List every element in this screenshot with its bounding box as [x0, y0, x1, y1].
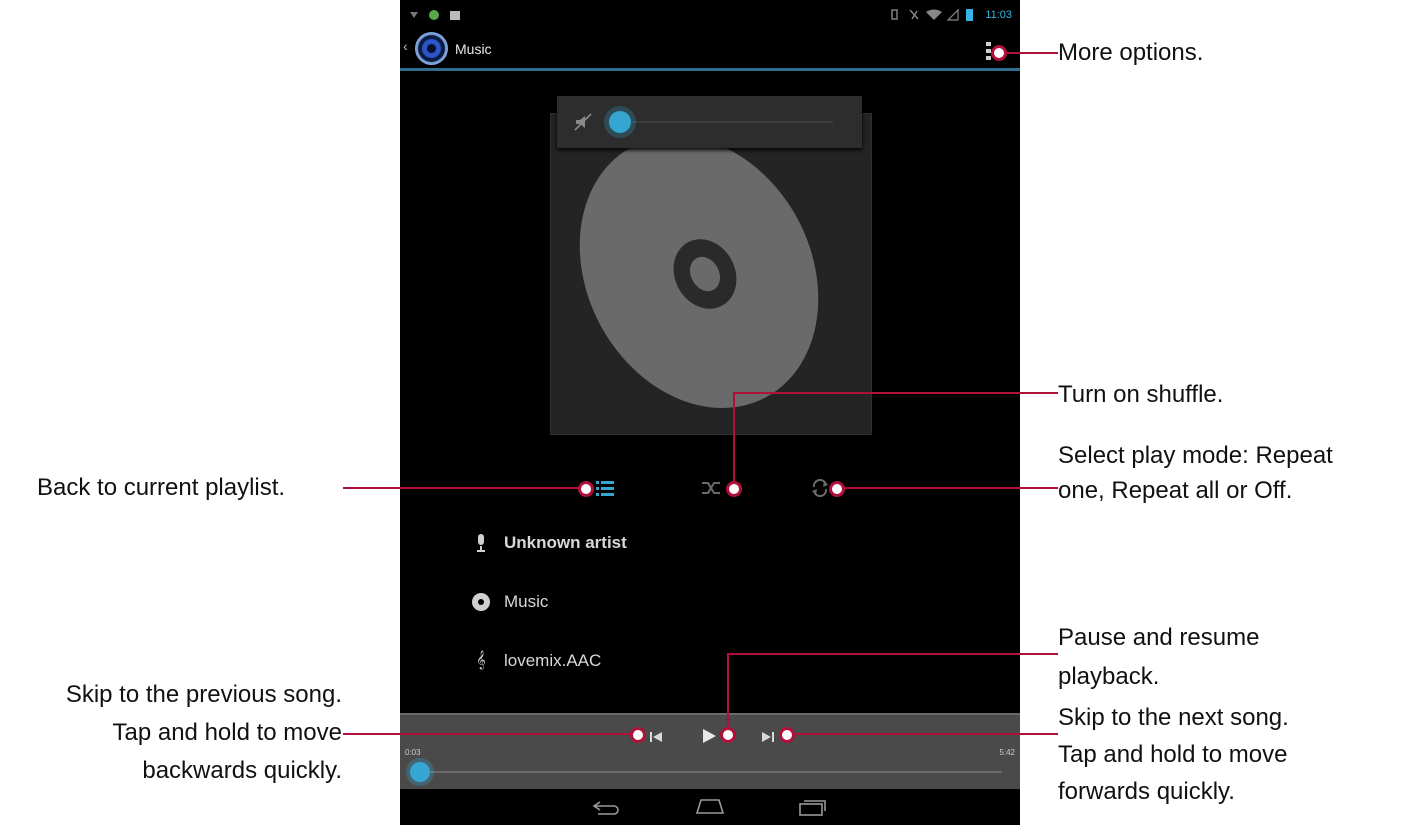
annotation-pause-line1: Pause and resume [1058, 624, 1260, 651]
annotation-play-mode-line2: one, Repeat all or Off. [1058, 477, 1293, 504]
notification-icons [410, 10, 460, 20]
next-icon [762, 732, 774, 742]
navigation-bar [400, 789, 1020, 825]
annotation-previous-line3: backwards quickly. [142, 757, 342, 784]
seek-track [420, 771, 1002, 773]
status-time: 11:03 [985, 9, 1012, 21]
play-button[interactable] [698, 725, 720, 747]
annotation-shuffle: Turn on shuffle. [1058, 381, 1224, 408]
track-title: lovemix.AAC [504, 651, 602, 670]
annotation-line-shuffle [733, 392, 1058, 394]
artist-name: Unknown artist [504, 533, 627, 552]
repeat-icon [812, 479, 828, 497]
seek-slider[interactable] [410, 762, 430, 782]
volume-muted-icon[interactable] [573, 112, 593, 132]
elapsed-time: 0:03 [405, 748, 421, 757]
home-icon[interactable] [694, 797, 726, 815]
next-button[interactable] [758, 727, 778, 747]
music-player-screen: 11:03 ‹ Music Unknown artist Music 𝄞 lov… [400, 0, 1020, 825]
transport-bar: 0:03 5:42 [400, 713, 1020, 791]
annotation-line-pause [727, 653, 1058, 655]
annotation-vline-pause [727, 653, 729, 733]
annotation-previous-line1: Skip to the previous song. [65, 681, 342, 708]
disc-icon [579, 136, 819, 408]
total-duration: 5:42 [999, 748, 1015, 757]
annotation-line-next [787, 733, 1058, 735]
volume-track [623, 121, 833, 123]
action-bar-divider [400, 68, 1020, 71]
previous-icon [650, 732, 662, 742]
album-disc-icon [470, 591, 492, 613]
annotation-marker-play-mode [829, 481, 845, 497]
treble-clef-icon: 𝄞 [476, 652, 486, 669]
annotation-vline-shuffle [733, 392, 735, 488]
annotation-line-more-options [1003, 52, 1058, 54]
volume-panel [557, 96, 862, 148]
up-navigation-icon[interactable]: ‹ [403, 38, 408, 54]
album-name: Music [504, 592, 549, 611]
annotation-line-previous [343, 733, 638, 735]
annotation-playlist: Back to current playlist. [37, 474, 286, 501]
previous-button[interactable] [646, 727, 666, 747]
annotation-marker-next [779, 727, 795, 743]
annotation-line-play-mode [836, 487, 1058, 489]
play-icon [703, 729, 716, 743]
system-status-icons [891, 8, 973, 21]
annotation-marker-pause [720, 727, 736, 743]
album-art [550, 113, 872, 435]
music-app-icon[interactable] [415, 32, 448, 65]
annotation-pause-line2: playback. [1058, 663, 1160, 690]
annotation-marker-shuffle [726, 481, 742, 497]
annotation-marker-previous [630, 727, 646, 743]
annotation-play-mode-line1: Select play mode: Repeat [1058, 442, 1333, 469]
status-bar: 11:03 [400, 0, 1020, 30]
shuffle-icon [702, 482, 720, 494]
volume-slider[interactable] [609, 111, 631, 133]
annotation-more-options: More options. [1058, 39, 1204, 66]
page-title: Music [455, 41, 492, 57]
action-bar: ‹ Music [400, 30, 1020, 68]
annotation-next-line2: Tap and hold to move [1058, 741, 1288, 768]
annotation-next-line1: Skip to the next song. [1058, 704, 1289, 731]
title-row: 𝄞 lovemix.AAC [470, 646, 601, 676]
artist-row: Unknown artist [470, 528, 627, 558]
annotation-previous-line2: Tap and hold to move [112, 719, 343, 746]
back-icon[interactable] [592, 799, 622, 815]
playlist-button[interactable] [590, 473, 620, 503]
microphone-icon [470, 532, 492, 554]
annotation-marker-playlist [578, 481, 594, 497]
annotation-line-playlist [343, 487, 586, 489]
annotation-marker-more-options [991, 45, 1007, 61]
annotation-next-line3: forwards quickly. [1058, 778, 1235, 805]
playlist-icon [596, 481, 614, 496]
recent-apps-icon[interactable] [798, 797, 828, 817]
shuffle-button[interactable] [696, 473, 726, 503]
album-row: Music [470, 587, 548, 617]
